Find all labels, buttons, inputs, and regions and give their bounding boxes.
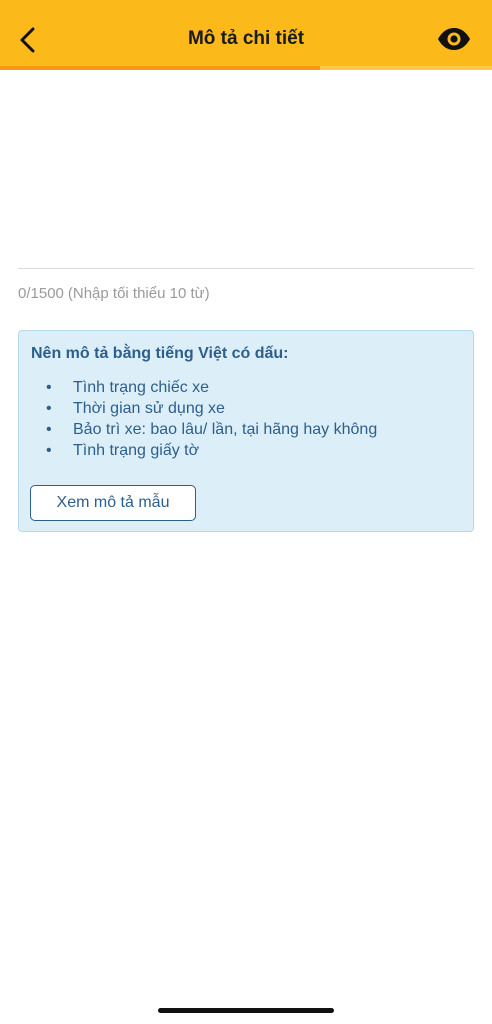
tip-item: • Bảo trì xe: bao lâu/ lần, tại hãng hay… [19, 421, 377, 442]
bullet-icon: • [46, 421, 52, 438]
eye-icon [438, 28, 470, 50]
bullet-icon: • [46, 400, 52, 417]
tip-text: Tình trạng giấy tờ [73, 442, 200, 459]
tips-box: Nên mô tả bằng tiếng Việt có dấu: • Tình… [18, 330, 474, 532]
divider [18, 268, 474, 269]
header-bar: Mô tả chi tiết [0, 0, 492, 66]
bullet-icon: • [46, 379, 52, 396]
char-count: 0/1500 [18, 285, 64, 302]
min-words-hint: (Nhập tối thiểu 10 từ) [67, 285, 210, 302]
progress-bar [0, 66, 320, 70]
description-textarea[interactable] [18, 82, 474, 268]
screen: Mô tả chi tiết 0/1500 (Nhập tối thiểu 10 … [0, 0, 492, 1024]
bullet-icon: • [46, 442, 52, 459]
tip-item: • Tình trạng giấy tờ [19, 442, 377, 463]
tip-item: • Tình trạng chiếc xe [19, 379, 377, 400]
tips-list: • Tình trạng chiếc xe • Thời gian sử dụn… [19, 379, 377, 463]
tips-heading: Nên mô tả bằng tiếng Việt có dấu: [31, 345, 289, 362]
tip-text: Bảo trì xe: bao lâu/ lần, tại hãng hay k… [73, 421, 378, 438]
view-sample-button[interactable]: Xem mô tả mẫu [30, 485, 196, 521]
tip-text: Tình trạng chiếc xe [73, 379, 210, 396]
tip-item: • Thời gian sử dụng xe [19, 400, 377, 421]
character-counter: 0/1500 (Nhập tối thiểu 10 từ) [18, 285, 210, 302]
tip-text: Thời gian sử dụng xe [73, 400, 225, 417]
page-title: Mô tả chi tiết [187, 28, 305, 49]
preview-button[interactable] [436, 26, 472, 52]
home-indicator [158, 1008, 334, 1013]
